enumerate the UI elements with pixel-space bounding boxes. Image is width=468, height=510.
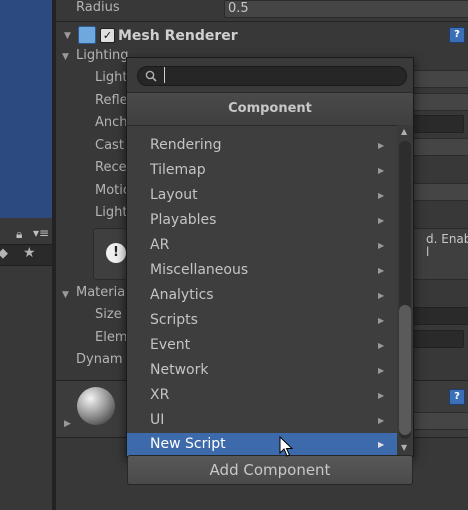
- add-component-button[interactable]: Add Component: [127, 455, 413, 485]
- menu-item-analytics[interactable]: Analytics ▶: [127, 283, 397, 308]
- lighting-foldout-icon[interactable]: ▼: [62, 52, 69, 62]
- help-icon[interactable]: ?: [449, 27, 465, 43]
- submenu-arrow-icon: ▶: [378, 366, 385, 375]
- popup-scrollbar[interactable]: ▲ ▼: [397, 125, 413, 456]
- element-field[interactable]: [412, 330, 464, 348]
- submenu-arrow-icon: ▶: [378, 316, 385, 325]
- menu-item-tilemap[interactable]: Tilemap ▶: [127, 158, 397, 183]
- warning-text: d. Enable l: [426, 232, 468, 259]
- menu-item-label: XR: [150, 387, 170, 403]
- light-probes-dropdown[interactable]: [412, 70, 468, 88]
- menu-item-label: Playables: [150, 212, 217, 228]
- scene-view[interactable]: [0, 0, 52, 218]
- menu-icon[interactable]: ▾≡: [33, 226, 49, 240]
- scroll-down-icon[interactable]: ▼: [401, 443, 407, 452]
- menu-item-playables[interactable]: Playables ▶: [127, 208, 397, 233]
- menu-item-label: New Script: [150, 436, 226, 452]
- menu-item-scripts[interactable]: Scripts ▶: [127, 308, 397, 333]
- material-help-icon[interactable]: ?: [449, 389, 465, 405]
- menu-item-label: Tilemap: [150, 162, 206, 178]
- motion-vectors-dropdown[interactable]: [412, 183, 468, 201]
- menu-item-miscellaneous[interactable]: Miscellaneous ▶: [127, 258, 397, 283]
- mesh-renderer-icon: [78, 26, 96, 44]
- menu-item-label: Rendering: [150, 137, 222, 153]
- star-icon[interactable]: ★: [23, 245, 36, 261]
- cast-shadows-dropdown[interactable]: [412, 138, 468, 156]
- submenu-arrow-icon: ▶: [378, 241, 385, 250]
- scroll-up-icon[interactable]: ▲: [401, 127, 407, 136]
- search-icon: [145, 70, 157, 82]
- menu-item-label: AR: [150, 237, 170, 253]
- lock-icon[interactable]: 🔒︎: [16, 227, 22, 242]
- submenu-arrow-icon: ▶: [378, 191, 385, 200]
- scroll-thumb[interactable]: [399, 305, 411, 435]
- submenu-arrow-icon: ▶: [378, 166, 385, 175]
- component-popup: Component Rendering ▶ Tilemap ▶ Layout ▶ Pl…: [126, 57, 414, 457]
- lightmap-static-label: Light: [95, 205, 128, 220]
- menu-item-label: Analytics: [150, 287, 214, 303]
- submenu-arrow-icon: ▶: [378, 266, 385, 275]
- separator: [56, 21, 468, 22]
- search-input[interactable]: [163, 66, 399, 84]
- enabled-checkbox[interactable]: ✓: [100, 28, 115, 43]
- menu-item-event[interactable]: Event ▶: [127, 333, 397, 358]
- menu-item-new-script[interactable]: New Script ▶: [127, 433, 397, 456]
- component-title: Mesh Renderer: [118, 28, 238, 44]
- receive-shadows-label: Rece: [95, 160, 127, 175]
- shader-dropdown[interactable]: [412, 412, 468, 430]
- submenu-arrow-icon: ▶: [378, 291, 385, 300]
- submenu-arrow-icon: ▶: [378, 440, 385, 449]
- size-label: Size: [95, 307, 122, 322]
- submenu-arrow-icon: ▶: [378, 216, 385, 225]
- radius-label: Radius: [76, 0, 120, 15]
- warning-icon: !: [106, 243, 126, 263]
- submenu-arrow-icon: ▶: [378, 341, 385, 350]
- submenu-arrow-icon: ▶: [378, 141, 385, 150]
- menu-item-network[interactable]: Network ▶: [127, 358, 397, 383]
- size-field[interactable]: [412, 307, 468, 325]
- left-tabbar: ◆ ★: [0, 244, 52, 266]
- menu-item-ui[interactable]: UI ▶: [127, 408, 397, 433]
- material-foldout-icon[interactable]: ▶: [64, 419, 71, 429]
- cast-shadows-label: Cast: [95, 138, 124, 153]
- menu-item-rendering[interactable]: Rendering ▶: [127, 133, 397, 158]
- reflection-probes-dropdown[interactable]: [412, 93, 468, 111]
- menu-item-label: Network: [150, 362, 209, 378]
- reflection-probes-label: Refle: [95, 93, 128, 108]
- menu-item-label: Scripts: [150, 312, 198, 328]
- dynamic-occluded-label: Dynam: [76, 352, 123, 367]
- submenu-arrow-icon: ▶: [378, 391, 385, 400]
- radius-field[interactable]: 0.5: [224, 0, 468, 18]
- menu-item-ar[interactable]: AR ▶: [127, 233, 397, 258]
- anchor-override-field[interactable]: [412, 115, 464, 133]
- tag-icon[interactable]: ◆: [0, 246, 8, 261]
- materials-label: Materia: [76, 285, 126, 300]
- component-category-list: Rendering ▶ Tilemap ▶ Layout ▶ Playables ▶ A…: [127, 125, 397, 456]
- menu-item-xr[interactable]: XR ▶: [127, 383, 397, 408]
- foldout-arrow-icon[interactable]: ▼: [64, 31, 71, 41]
- element-label: Elem: [95, 330, 128, 345]
- submenu-arrow-icon: ▶: [378, 416, 385, 425]
- menu-item-label: Layout: [150, 187, 198, 203]
- popup-header: Component: [127, 92, 413, 126]
- anchor-override-label: Anch: [95, 115, 128, 130]
- motion-vectors-label: Motic: [95, 183, 131, 198]
- search-bar: [127, 58, 413, 92]
- menu-item-label: UI: [150, 412, 165, 428]
- material-sphere-icon: [77, 387, 115, 425]
- menu-item-layout[interactable]: Layout ▶: [127, 183, 397, 208]
- menu-item-label: Miscellaneous: [150, 262, 249, 278]
- menu-item-label: Event: [150, 337, 191, 353]
- lighting-label: Lighting: [76, 48, 129, 63]
- materials-foldout-icon[interactable]: ▼: [62, 290, 69, 300]
- cursor-icon: [279, 436, 294, 457]
- radius-value: 0.5: [228, 1, 249, 16]
- light-probes-label: Light: [95, 70, 128, 85]
